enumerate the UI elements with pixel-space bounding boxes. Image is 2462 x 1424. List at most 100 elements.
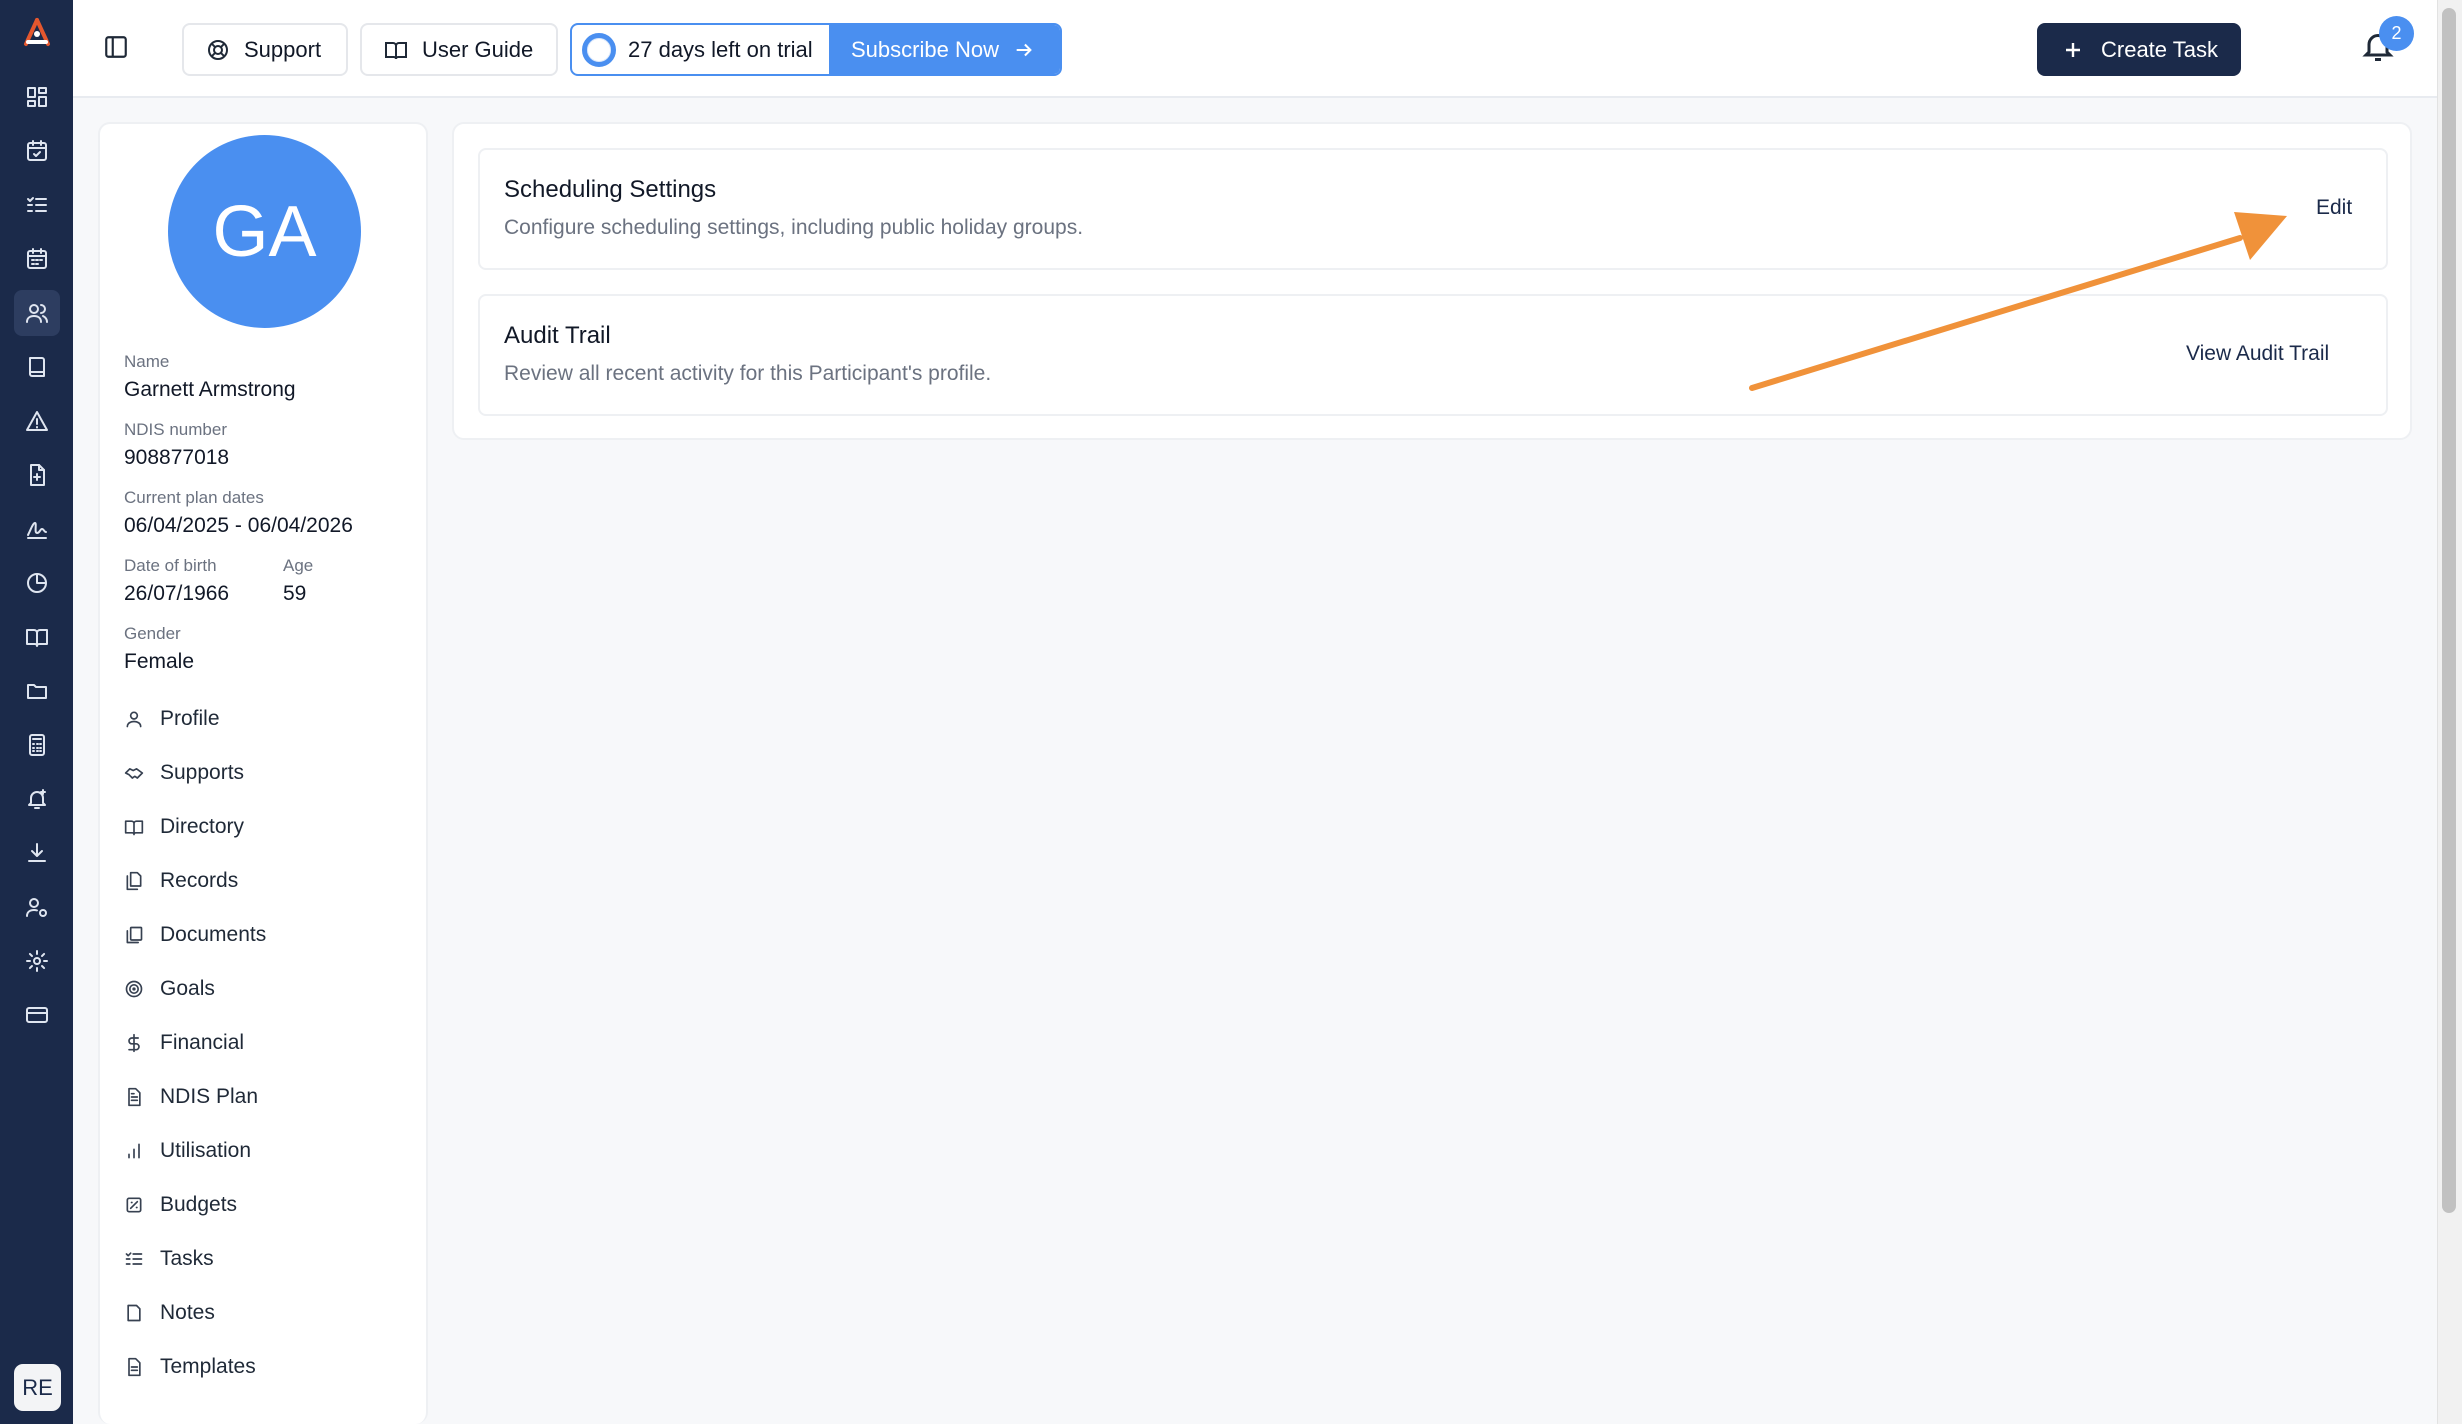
file-text-icon — [128, 1087, 141, 1107]
nav-label: Documents — [160, 923, 267, 946]
nav-label: NDIS Plan — [160, 1085, 259, 1108]
nav-item-templates[interactable]: Templates — [124, 1349, 256, 1385]
audit-trail-section: Audit Trail Review all recent activity f… — [478, 294, 2388, 416]
nav-label: Notes — [160, 1301, 215, 1324]
gender-label: Gender — [124, 624, 181, 643]
calendar-check-icon[interactable] — [14, 128, 60, 174]
notification-badge: 2 — [2379, 16, 2414, 51]
nav-item-supports[interactable]: Supports — [124, 755, 244, 791]
support-label: Support — [244, 36, 322, 62]
nav-item-financial[interactable]: Financial — [124, 1025, 244, 1061]
nav-item-records[interactable]: Records — [124, 863, 238, 899]
template-icon — [128, 1357, 141, 1377]
edit-scheduling-button[interactable]: Edit — [2316, 196, 2352, 220]
file-plus-icon[interactable] — [14, 452, 60, 498]
book-open-icon — [124, 820, 144, 836]
scheduling-settings-title: Scheduling Settings — [504, 176, 717, 203]
participant-name: Garnett Armstrong — [124, 378, 296, 401]
target-icon — [125, 980, 143, 998]
user-avatar[interactable]: RE — [14, 1364, 61, 1411]
alert-icon[interactable] — [14, 398, 60, 444]
user-settings-icon[interactable] — [14, 884, 60, 930]
lifebuoy-icon — [208, 39, 228, 60]
open-book-icon[interactable] — [14, 614, 60, 660]
user-guide-button[interactable]: User Guide — [360, 23, 558, 76]
list-check-icon[interactable] — [14, 182, 60, 228]
user-guide-label: User Guide — [422, 36, 534, 62]
dashboard-icon[interactable] — [14, 74, 60, 120]
trial-banner: 27 days left on trial Subscribe Now — [570, 23, 1062, 76]
date-of-birth: 26/07/1966 — [124, 582, 230, 605]
gear-icon[interactable] — [14, 938, 60, 984]
icon-rail: RE — [0, 0, 73, 1424]
nav-item-notes[interactable]: Notes — [124, 1295, 215, 1331]
subscribe-now-button[interactable]: Subscribe Now — [829, 25, 1060, 74]
dollar-icon — [128, 1033, 140, 1053]
top-bar: Support User Guide 27 days left on trial… — [73, 0, 2437, 98]
nav-label: Directory — [160, 815, 245, 838]
nav-label: Profile — [160, 707, 220, 730]
budget-icon — [126, 1197, 142, 1213]
files-icon — [126, 871, 142, 891]
ndis-number-label: NDIS number — [124, 420, 227, 439]
plan-dates: 06/04/2025 - 06/04/2026 — [124, 514, 353, 537]
calculator-icon[interactable] — [14, 722, 60, 768]
nav-label: Supports — [160, 761, 245, 784]
support-button[interactable]: Support — [182, 23, 348, 76]
credit-card-icon[interactable] — [14, 992, 60, 1038]
nav-item-tasks[interactable]: Tasks — [124, 1241, 214, 1277]
arrow-right-icon — [1016, 43, 1032, 56]
age-label: Age — [283, 556, 314, 575]
nav-label: Utilisation — [160, 1139, 252, 1162]
nav-item-budgets[interactable]: Budgets — [124, 1187, 237, 1223]
scheduling-settings-section: Scheduling Settings Configure scheduling… — [478, 148, 2388, 270]
plan-dates-label: Current plan dates — [124, 488, 264, 507]
view-audit-trail-button[interactable]: View Audit Trail — [2186, 342, 2329, 366]
download-icon[interactable] — [14, 830, 60, 876]
settings-card: Scheduling Settings Configure scheduling… — [452, 122, 2412, 440]
trial-status: 27 days left on trial — [572, 25, 829, 74]
name-label: Name — [124, 352, 170, 371]
nav-label: Budgets — [160, 1193, 238, 1216]
participant-profile-panel: GA Name Garnett Armstrong NDIS number 90… — [98, 122, 428, 1424]
bell-plus-icon[interactable] — [14, 776, 60, 822]
sidebar-toggle-icon[interactable] — [103, 34, 133, 64]
trial-progress-ring-icon — [582, 32, 616, 67]
nav-item-goals[interactable]: Goals — [124, 971, 215, 1007]
handshake-icon — [124, 768, 144, 779]
note-icon — [127, 1304, 141, 1322]
documents-icon — [126, 926, 143, 944]
subscribe-label: Subscribe Now — [851, 36, 999, 62]
pie-chart-icon[interactable] — [14, 560, 60, 606]
dob-label: Date of birth — [124, 556, 217, 575]
nav-label: Goals — [160, 977, 215, 1000]
participant-avatar: GA — [168, 135, 361, 328]
scheduling-settings-description: Configure scheduling settings, including… — [504, 216, 1084, 239]
trial-text: 27 days left on trial — [628, 36, 813, 62]
ndis-number: 908877018 — [124, 446, 230, 469]
nav-item-profile[interactable]: Profile — [124, 701, 220, 737]
nav-item-directory[interactable]: Directory — [124, 809, 244, 845]
calendar-icon[interactable] — [14, 236, 60, 282]
book-icon[interactable] — [14, 344, 60, 390]
app-logo-icon[interactable] — [18, 16, 56, 52]
age: 59 — [283, 582, 307, 605]
book-open-icon — [385, 41, 407, 59]
list-check-icon — [125, 1252, 143, 1265]
signature-icon[interactable] — [14, 506, 60, 552]
scrollbar-thumb[interactable] — [2442, 8, 2456, 1213]
nav-label: Tasks — [160, 1247, 214, 1270]
nav-item-documents[interactable]: Documents — [124, 917, 266, 953]
audit-trail-description: Review all recent activity for this Part… — [504, 362, 992, 385]
plus-icon — [2066, 42, 2080, 57]
create-task-button[interactable]: Create Task — [2037, 23, 2241, 76]
nav-label: Templates — [160, 1355, 256, 1378]
gender: Female — [124, 650, 195, 673]
users-icon[interactable] — [14, 290, 60, 336]
audit-trail-title: Audit Trail — [504, 322, 611, 349]
nav-item-ndis-plan[interactable]: NDIS Plan — [124, 1079, 258, 1115]
nav-item-utilisation[interactable]: Utilisation — [124, 1133, 251, 1169]
folder-icon[interactable] — [14, 668, 60, 714]
user-icon — [126, 711, 142, 728]
nav-label: Records — [160, 869, 239, 892]
